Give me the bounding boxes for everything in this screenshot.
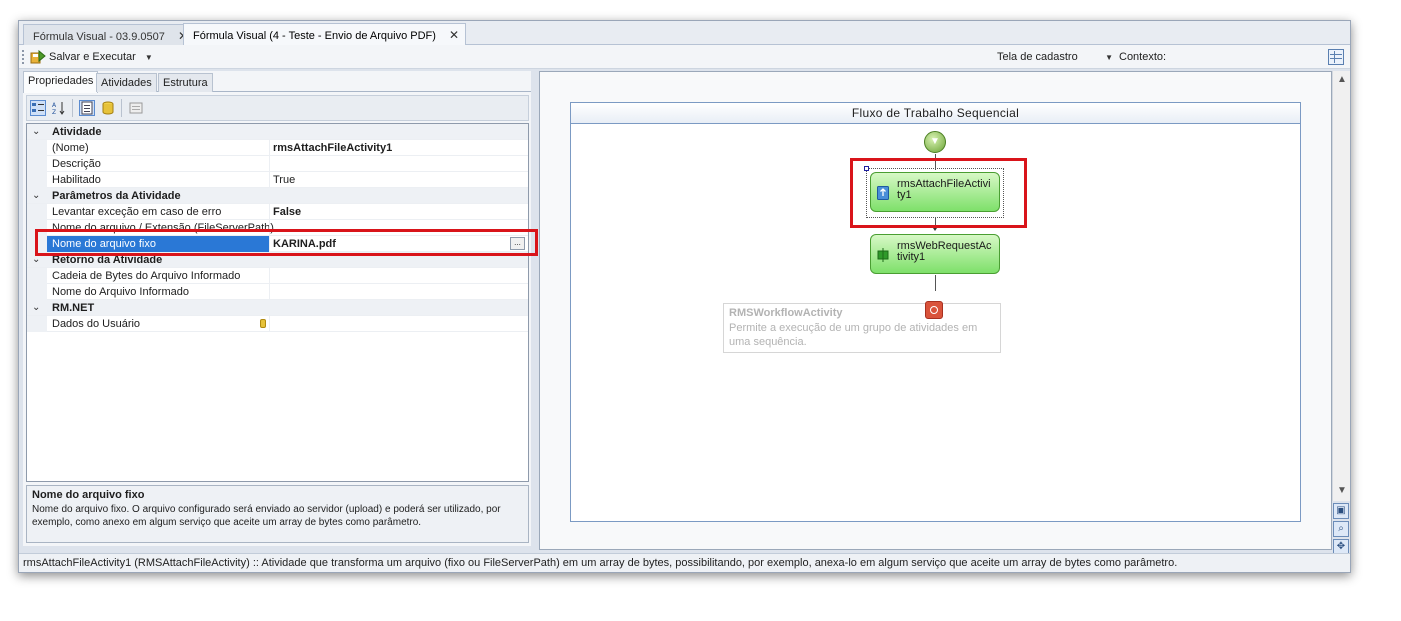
property-name: Descrição xyxy=(52,158,101,170)
property-value[interactable]: True xyxy=(273,174,295,186)
category-label: Parâmetros da Atividade xyxy=(52,190,181,202)
status-bar: rmsAttachFileActivity1 (RMSAttachFileAct… xyxy=(19,553,1350,572)
screen-select[interactable]: Tela de cadastro ▼ xyxy=(993,48,1117,66)
scroll-up-icon[interactable]: ▲ xyxy=(1337,74,1347,85)
formula-visual-window: Fórmula Visual - 03.9.0507 ✕ Fórmula Vis… xyxy=(18,20,1351,573)
property-row[interactable]: Levantar exceção em caso de erro False xyxy=(27,204,528,220)
zoom-page-icon[interactable]: ▣ xyxy=(1333,503,1349,519)
save-and-run-button[interactable]: Salvar e Executar ▼ xyxy=(27,48,156,66)
property-name: Dados do Usuário xyxy=(52,318,141,330)
workflow-title: Fluxo de Trabalho Sequencial xyxy=(571,103,1300,124)
description-text: Nome do arquivo fixo. O arquivo configur… xyxy=(32,504,501,528)
toolbar: Salvar e Executar ▼ Tela de cadastro ▼ C… xyxy=(19,45,1350,69)
database-icon xyxy=(260,319,266,328)
save-and-run-label: Salvar e Executar xyxy=(49,51,136,63)
category-row[interactable]: ⌄ Parâmetros da Atividade xyxy=(27,188,528,204)
properties-icon[interactable] xyxy=(79,100,95,116)
property-name: (Nome) xyxy=(52,142,89,154)
start-icon[interactable] xyxy=(924,131,946,153)
property-row[interactable]: Cadeia de Bytes do Arquivo Informado xyxy=(27,268,528,284)
collapse-icon[interactable]: ⌄ xyxy=(32,126,40,137)
collapse-icon[interactable]: ⌄ xyxy=(32,302,40,313)
web-request-icon xyxy=(877,248,889,262)
highlight-box-activity xyxy=(850,158,1027,228)
property-name: Cadeia de Bytes do Arquivo Informado xyxy=(52,270,241,282)
workflow-designer[interactable]: Fluxo de Trabalho Sequencial rmsAttachFi… xyxy=(539,71,1332,550)
category-label: Atividade xyxy=(52,126,102,138)
properties-panel: Propriedades Atividades Estrutura AZ ⌄ A… xyxy=(23,71,531,546)
find-icon[interactable]: ⌕ xyxy=(1333,521,1349,537)
category-label: RM.NET xyxy=(52,302,95,314)
property-name: Habilitado xyxy=(52,174,101,186)
vertical-scrollbar[interactable]: ▲ ▼ xyxy=(1332,71,1350,501)
tab-formula-visual-2[interactable]: Fórmula Visual (4 - Teste - Envio de Arq… xyxy=(183,23,467,46)
categorized-icon[interactable] xyxy=(30,100,46,116)
chevron-down-icon: ▼ xyxy=(1105,53,1113,62)
connector xyxy=(935,275,936,291)
property-pages-icon[interactable] xyxy=(128,100,144,116)
toolbar-grip[interactable] xyxy=(22,50,24,64)
table-view-icon[interactable] xyxy=(1328,49,1344,65)
context-label: Contexto: xyxy=(1119,51,1167,63)
category-row[interactable]: ⌄ RM.NET xyxy=(27,300,528,316)
toolbar-separator xyxy=(121,99,122,117)
collapse-icon[interactable]: ⌄ xyxy=(32,190,40,201)
property-toolbar: AZ xyxy=(26,95,529,121)
svg-text:Z: Z xyxy=(52,109,56,115)
property-row[interactable]: Nome do Arquivo Informado xyxy=(27,284,528,300)
dropdown-arrow-icon: ▼ xyxy=(144,52,153,62)
tab-propriedades[interactable]: Propriedades xyxy=(23,71,99,93)
tab-atividades[interactable]: Atividades xyxy=(96,73,157,92)
svg-text:A: A xyxy=(52,102,57,109)
sort-alphabetical-icon[interactable]: AZ xyxy=(51,100,67,116)
designer-side-tools: ▣ ⌕ ✥ xyxy=(1332,501,1350,556)
property-value[interactable]: False xyxy=(273,206,301,218)
property-row[interactable]: Dados do Usuário xyxy=(27,316,528,332)
activity-label: rmsWebRequestAc tivity1 xyxy=(897,240,992,263)
property-value[interactable]: rmsAttachFileActivity1 xyxy=(273,142,392,154)
tab-formula-visual-1[interactable]: Fórmula Visual - 03.9.0507 ✕ xyxy=(23,24,195,45)
property-name: Nome do Arquivo Informado xyxy=(52,286,189,298)
tab-label: Fórmula Visual (4 - Teste - Envio de Arq… xyxy=(193,30,436,42)
highlight-box-property xyxy=(35,229,538,256)
panel-tabs: Propriedades Atividades Estrutura xyxy=(23,71,531,93)
document-tabs: Fórmula Visual - 03.9.0507 ✕ Fórmula Vis… xyxy=(19,21,1350,46)
database-icon[interactable] xyxy=(100,100,116,116)
stop-icon[interactable] xyxy=(925,301,943,319)
tooltip-title: RMSWorkflowActivity xyxy=(729,307,843,319)
description-title: Nome do arquivo fixo xyxy=(32,489,145,501)
property-row[interactable]: Habilitado True xyxy=(27,172,528,188)
property-row[interactable]: (Nome) rmsAttachFileActivity1 xyxy=(27,140,528,156)
tab-estrutura[interactable]: Estrutura xyxy=(158,73,213,92)
category-row[interactable]: ⌄ Atividade xyxy=(27,124,528,140)
scroll-down-icon[interactable]: ▼ xyxy=(1337,485,1347,496)
description-panel: Nome do arquivo fixo Nome do arquivo fix… xyxy=(26,485,529,543)
activity-web-request[interactable]: rmsWebRequestAc tivity1 xyxy=(870,234,1000,274)
screen-select-value: Tela de cadastro xyxy=(997,51,1078,63)
save-run-icon xyxy=(30,49,46,64)
toolbar-separator xyxy=(72,99,73,117)
close-icon[interactable]: ✕ xyxy=(449,28,459,42)
property-grid: ⌄ Atividade (Nome) rmsAttachFileActivity… xyxy=(26,123,529,482)
property-row[interactable]: Descrição xyxy=(27,156,528,172)
tooltip-text: Permite a execução de um grupo de ativid… xyxy=(729,322,978,348)
tab-label: Fórmula Visual - 03.9.0507 xyxy=(33,31,165,43)
property-name: Levantar exceção em caso de erro xyxy=(52,206,222,218)
tooltip: RMSWorkflowActivity Permite a execução d… xyxy=(723,303,1001,353)
